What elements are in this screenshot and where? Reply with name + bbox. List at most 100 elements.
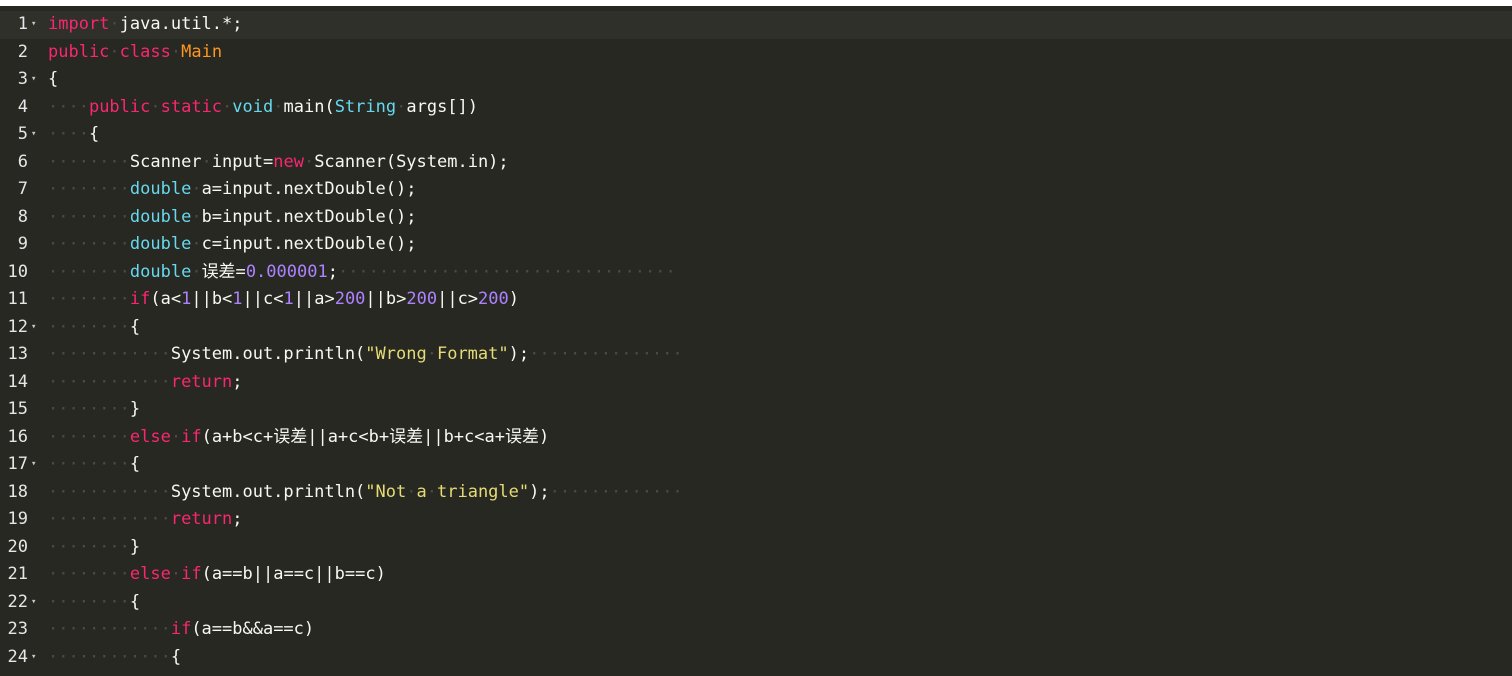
code-token: ; [327, 261, 338, 282]
code-line[interactable]: 13 ············System.out.println("Wrong·… [0, 341, 1512, 369]
code-text: ········Scanner·input=new·Scanner(System… [48, 149, 509, 177]
code-line[interactable]: 4 ····public·static·void·main(String·args… [0, 94, 1512, 122]
code-token: ; [232, 509, 243, 529]
code-token: double [129, 261, 192, 282]
code-token: import [48, 14, 110, 34]
code-text: ········{ [48, 451, 140, 479]
code-token: ||b< [191, 289, 233, 309]
code-line[interactable]: 1 ▾ import·java.util.*; [0, 11, 1512, 39]
code-text: ········} [48, 396, 140, 424]
whitespace-marker: · [191, 179, 202, 199]
line-number: 10 [7, 261, 28, 282]
whitespace-marker: · [222, 96, 233, 117]
code-line[interactable]: 9 ········double·c=input.nextDouble(); [0, 231, 1512, 259]
code-token: java.util.*; [119, 14, 243, 34]
whitespace-marker: ············ [48, 509, 171, 529]
code-line[interactable]: 8 ········double·b=input.nextDouble(); [0, 204, 1512, 232]
whitespace-marker: ········ [48, 151, 130, 172]
code-text: ········else·if(a+b<c+误差||a+c<b+误差||b+c<… [48, 424, 549, 452]
code-text: ············if(a==b&&a==c) [48, 616, 314, 644]
code-token: else [129, 564, 171, 584]
whitespace-marker: · [191, 261, 202, 282]
code-line[interactable]: 22 ▾ ········{ [0, 589, 1512, 617]
code-line[interactable]: 12 ▾ ········{ [0, 314, 1512, 342]
fold-toggle-icon[interactable]: ▾ [31, 314, 41, 342]
line-number: 15 [7, 399, 28, 419]
code-line[interactable]: 16 ········else·if(a+b<c+误差||a+c<b+误差||b+… [0, 424, 1512, 452]
code-token: args[]) [406, 96, 479, 117]
fold-toggle-icon[interactable]: ▾ [31, 11, 41, 39]
code-line[interactable]: 21 ········else·if(a==b||a==c||b==c) [0, 561, 1512, 589]
code-line[interactable]: 7 ········double·a=input.nextDouble(); [0, 176, 1512, 204]
fold-toggle-icon[interactable]: ▾ [31, 66, 41, 94]
code-token: 1 [283, 289, 294, 309]
code-token: public [88, 96, 151, 117]
whitespace-marker: · [170, 426, 182, 447]
code-token: (a==b||a==c||b==c) [201, 564, 386, 584]
code-text: ········} [48, 534, 140, 562]
line-number: 20 [7, 536, 28, 557]
whitespace-marker: · [191, 206, 202, 227]
line-number: 8 [17, 206, 28, 227]
code-line[interactable]: 11 ········if(a<1||b<1||c<1||a>200||b>200… [0, 286, 1512, 314]
whitespace-marker: · [201, 151, 212, 172]
code-token: 200 [334, 289, 366, 309]
code-token: ; [232, 371, 243, 392]
code-token: return [170, 371, 233, 392]
whitespace-marker: ···· [48, 124, 89, 144]
code-token: Main [181, 41, 223, 62]
code-line[interactable]: 17 ▾ ········{ [0, 451, 1512, 479]
fold-toggle-icon[interactable]: ▾ [31, 451, 41, 479]
code-line[interactable]: 10 ········double·误差=0.000001;···········… [0, 259, 1512, 287]
code-text: ········double·b=input.nextDouble(); [48, 204, 417, 232]
code-token: new [273, 151, 304, 172]
code-editor[interactable]: 1 ▾ import·java.util.*; 2 public·class·Main 3… [0, 11, 1512, 676]
fold-toggle-icon[interactable]: ▾ [31, 589, 41, 617]
code-line[interactable]: 3 ▾ { [0, 66, 1512, 94]
code-token: (a==b&&a==c) [191, 619, 315, 639]
whitespace-marker: · [150, 96, 161, 117]
line-number: 22 [7, 591, 28, 612]
code-line[interactable]: 20 ········} [0, 534, 1512, 562]
whitespace-marker: ···· [48, 96, 89, 117]
whitespace-marker: · [109, 41, 120, 62]
code-line[interactable]: 19 ············return; [0, 506, 1512, 534]
code-text: ········{ [48, 589, 140, 617]
code-line[interactable]: 6 ········Scanner·input=new·Scanner(Syste… [0, 149, 1512, 177]
code-token: return [170, 509, 233, 529]
line-number: 19 [7, 509, 28, 529]
line-number: 21 [7, 564, 28, 584]
code-token: Scanner(System.in); [314, 151, 509, 172]
whitespace-marker: ········ [48, 261, 130, 282]
code-token: (a< [150, 289, 182, 309]
code-token: { [170, 646, 182, 667]
code-line[interactable]: 2 public·class·Main [0, 39, 1512, 67]
code-token: a [416, 481, 427, 502]
whitespace-marker: ············· [549, 481, 683, 502]
code-text: ········else·if(a==b||a==c||b==c) [48, 561, 386, 589]
code-line[interactable]: 18 ············System.out.println("Not·a·… [0, 479, 1512, 507]
whitespace-marker: ········ [48, 591, 130, 612]
code-line[interactable]: 14 ············return; [0, 369, 1512, 397]
fold-toggle-icon[interactable]: ▾ [31, 644, 41, 672]
line-number: 4 [17, 96, 28, 117]
code-line[interactable]: 24 ▾ ············{ [0, 644, 1512, 672]
code-line[interactable]: 23 ············if(a==b&&a==c) [0, 616, 1512, 644]
whitespace-marker: ········ [48, 234, 130, 254]
code-token: c=input.nextDouble(); [201, 234, 417, 254]
code-token: System.out.println( [170, 344, 366, 364]
code-token: 误差= [201, 261, 246, 282]
line-number: 17 [7, 454, 28, 474]
code-line[interactable]: 15 ········} [0, 396, 1512, 424]
code-text: ········double·c=input.nextDouble(); [48, 231, 417, 259]
code-line[interactable]: 5 ▾ ····{ [0, 121, 1512, 149]
whitespace-marker: ········ [48, 399, 130, 419]
code-token: { [129, 454, 141, 474]
fold-toggle-icon[interactable]: ▾ [31, 121, 41, 149]
code-token: 0.000001 [245, 261, 328, 282]
code-token: ||a> [293, 289, 335, 309]
line-number: 7 [17, 179, 28, 199]
code-text: import·java.util.*; [48, 11, 243, 39]
code-token: double [129, 179, 192, 199]
whitespace-marker: ········ [48, 316, 130, 337]
